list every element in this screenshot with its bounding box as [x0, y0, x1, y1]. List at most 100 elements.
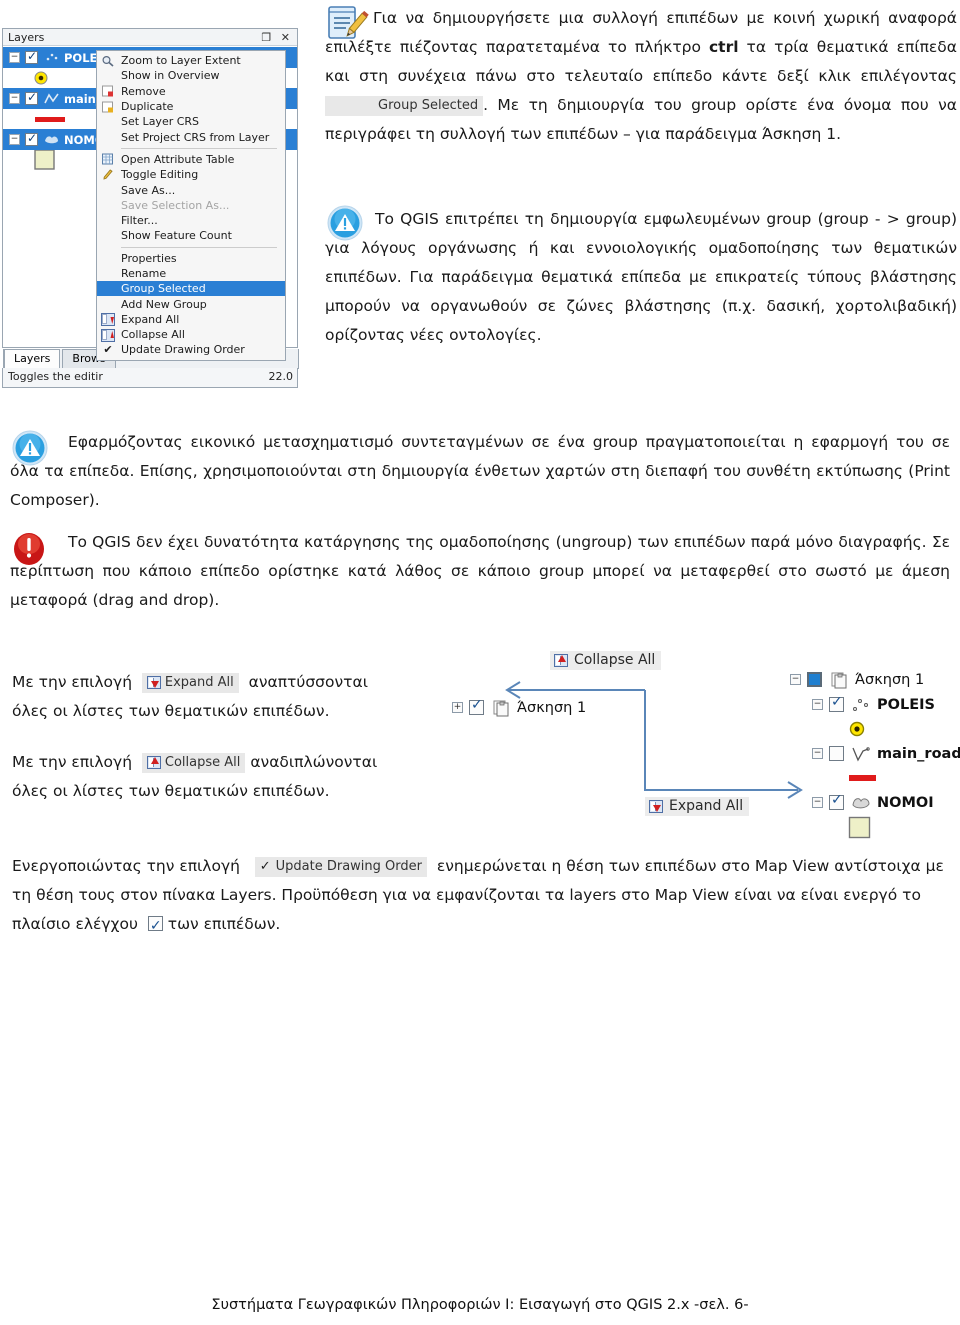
layer-visibility-checkbox[interactable] [25, 90, 38, 105]
menu-item-no-icon [101, 116, 115, 128]
line-symbol [35, 117, 65, 122]
expander-minus-icon[interactable]: − [812, 797, 823, 808]
menu-item-remove[interactable]: Remove [97, 84, 285, 99]
info-warning-icon [12, 430, 48, 466]
menu-item-label: Collapse All [121, 328, 185, 342]
menu-item-label: Filter... [121, 214, 158, 228]
expander-icon[interactable]: − [9, 52, 20, 63]
menu-item-label: Set Project CRS from Layer [121, 130, 270, 144]
menu-item-update-drawing-order[interactable]: ✔ Update Drawing Order [97, 342, 285, 357]
collapsed-layer-tree[interactable]: + Άσκηση 1 [452, 695, 586, 720]
magnifier-icon [101, 55, 115, 67]
tree-row-nomoi[interactable]: − NOMOI [812, 790, 960, 815]
note-pencil-icon [328, 6, 369, 39]
expander-icon[interactable]: − [9, 134, 20, 145]
paragraph-1-block: Για να δημιουργήσετε μια συλλογή επιπέδω… [325, 4, 957, 149]
group-icon [831, 672, 847, 688]
tree-row-poleis[interactable]: − POLEIS [812, 692, 960, 717]
menu-item-duplicate[interactable]: Duplicate [97, 99, 285, 114]
status-bar: Toggles the editir 22.0 [2, 368, 298, 388]
paragraph-5-text-c: όλες οι λίστες των θεματικών επιπέδων. [12, 702, 330, 720]
update-drawing-order-chip[interactable]: ✓ Update Drawing Order [254, 857, 427, 877]
qgis-layers-screenshot: Layers ❐ ✕ − POLEI − [2, 28, 302, 388]
panel-window-buttons[interactable]: ❐ ✕ [261, 30, 293, 45]
menu-item-label: Remove [121, 84, 166, 98]
tree-row-askisi-1[interactable]: − Άσκηση 1 [790, 667, 960, 692]
menu-item-label: Show Feature Count [121, 229, 232, 243]
menu-item-collapse-all[interactable]: Collapse All [97, 327, 285, 342]
expand-collapse-figure: Collapse All Expand All + Άσκηση 1 − [440, 645, 960, 839]
menu-item-set-layer-crs[interactable]: Set Layer CRS [97, 114, 285, 129]
tree-label: POLEIS [877, 696, 935, 713]
figure-collapse-all-label[interactable]: Collapse All [550, 651, 662, 670]
expand-all-chip[interactable]: Expand All [141, 673, 239, 693]
footer-text: Συστήματα Γεωγραφικών Πληροφοριών Ι: Εισ… [211, 1297, 749, 1313]
figure-expand-all-label[interactable]: Expand All [645, 797, 750, 816]
group-visibility-checkbox[interactable] [807, 672, 822, 687]
menu-item-save-as[interactable]: Save As... [97, 182, 285, 197]
layer-context-menu[interactable]: Zoom to Layer Extent Show in Overview Remo… [96, 50, 286, 361]
menu-item-show-feature-count[interactable]: Show Feature Count [97, 228, 285, 243]
paragraph-2-block: Το QGIS επιτρέπει τη δημιουργία εμφωλευμ… [325, 205, 957, 350]
menu-item-add-new-group[interactable]: Add New Group [97, 296, 285, 311]
ctrl-key-bold: ctrl [708, 38, 739, 56]
line-layer-icon [852, 746, 870, 761]
paragraph-7-text-c: των επιπέδων. [167, 915, 281, 933]
figure-collapse-all-text: Collapse All [574, 652, 656, 668]
paragraph-4-text: Το QGIS δεν έχει δυνατότητα κατάργησης τ… [10, 533, 950, 609]
layer-visibility-checkbox[interactable] [829, 792, 844, 810]
menu-item-show-in-overview[interactable]: Show in Overview [97, 68, 285, 83]
paragraph-6-text-a: Με την επιλογή [12, 753, 133, 771]
expanded-layer-tree[interactable]: − Άσκηση 1 − POLEIS [790, 667, 960, 841]
layer-visibility-checkbox-inline[interactable]: ✓ [147, 916, 163, 934]
menu-item-no-icon [101, 215, 115, 227]
polygon-layer-icon [45, 136, 58, 144]
paragraph-6-block: Με την επιλογή Collapse All αναδιπλώνοντ… [12, 748, 432, 806]
paragraph-3-text: Εφαρμόζοντας εικονικό μετασχηματισμό συν… [10, 433, 950, 509]
layer-visibility-checkbox[interactable] [25, 49, 38, 64]
update-drawing-order-label: Update Drawing Order [275, 859, 422, 874]
menu-item-label: Set Layer CRS [121, 115, 200, 129]
expander-minus-icon[interactable]: − [812, 748, 823, 759]
expander-plus-icon[interactable]: + [452, 702, 463, 713]
tree-label: Άσκηση 1 [855, 671, 925, 688]
expand-all-icon [146, 676, 161, 689]
group-selected-chip[interactable]: Group Selected [325, 96, 484, 116]
page-footer: Συστήματα Γεωγραφικών Πληροφοριών Ι: Εισ… [0, 1297, 960, 1313]
expander-minus-icon[interactable]: − [812, 699, 823, 710]
info-warning-icon [327, 205, 363, 241]
menu-item-label: Open Attribute Table [121, 152, 235, 166]
tree-row-main-road[interactable]: − main_road [812, 741, 960, 766]
tab-layers[interactable]: Layers [4, 349, 61, 368]
polygon-symbol [34, 149, 55, 170]
menu-item-label: Rename [121, 267, 167, 280]
layers-panel-titlebar: Layers ❐ ✕ [3, 29, 297, 46]
menu-item-label: Toggle Editing [121, 168, 199, 182]
menu-item-open-attribute-table[interactable]: Open Attribute Table [97, 152, 285, 167]
paragraph-7-block: Ενεργοποιώντας την επιλογή ✓ Update Drawi… [12, 852, 950, 939]
menu-item-set-project-crs-from-layer[interactable]: Set Project CRS from Layer [97, 129, 285, 144]
menu-item-label: Update Drawing Order [121, 343, 245, 357]
menu-separator [121, 246, 277, 248]
tree-row-askisi-1-collapsed[interactable]: + Άσκηση 1 [452, 695, 586, 720]
layer-visibility-checkbox[interactable] [829, 694, 844, 712]
point-layer-icon [853, 698, 868, 711]
collapse-all-chip[interactable]: Collapse All [141, 753, 246, 773]
menu-item-zoom-to-layer-extent[interactable]: Zoom to Layer Extent [97, 53, 285, 68]
menu-item-toggle-editing[interactable]: Toggle Editing [97, 167, 285, 182]
menu-item-properties[interactable]: Properties [97, 251, 285, 266]
menu-item-label: Duplicate [121, 100, 174, 114]
menu-item-group-selected[interactable]: Group Selected [97, 281, 285, 297]
menu-item-no-icon [101, 298, 115, 310]
layer-visibility-checkbox[interactable] [829, 746, 844, 761]
layer-visibility-checkbox[interactable] [25, 131, 38, 146]
group-visibility-checkbox[interactable] [469, 697, 484, 715]
menu-item-label: Expand All [121, 312, 180, 326]
expander-minus-icon[interactable]: − [790, 674, 801, 685]
menu-item-rename[interactable]: Rename [97, 266, 285, 281]
menu-item-no-icon [101, 230, 115, 242]
expander-icon[interactable]: − [9, 93, 20, 104]
menu-item-expand-all[interactable]: Expand All [97, 312, 285, 327]
menu-item-filter[interactable]: Filter... [97, 213, 285, 228]
remove-icon [101, 85, 115, 97]
